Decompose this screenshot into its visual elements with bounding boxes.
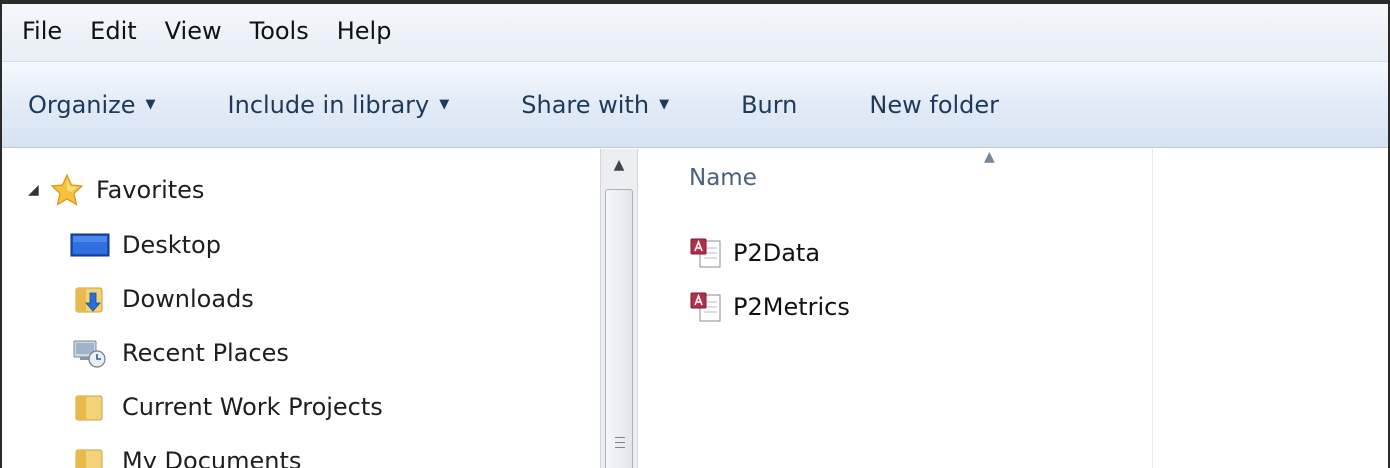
chevron-down-icon: ▼ (145, 97, 156, 112)
desktop-icon (70, 233, 110, 257)
downloads-label: Downloads (122, 285, 254, 313)
grip-line (615, 437, 625, 438)
column-header-name[interactable]: Name (689, 165, 757, 191)
sort-ascending-icon: ▲ (984, 149, 995, 165)
menu-edit[interactable]: Edit (76, 17, 150, 49)
new-folder-button[interactable]: New folder (869, 91, 999, 119)
access-database-icon (690, 238, 721, 268)
nav-item-my-documents[interactable]: My Documents (70, 437, 301, 468)
chevron-down-icon: ▼ (659, 97, 670, 112)
menu-file[interactable]: File (8, 17, 76, 49)
include-in-library-button[interactable]: Include in library ▼ (228, 91, 450, 119)
star-icon (50, 173, 84, 206)
navigation-pane: ◢ Favorites Desktop Downloads Recent Pla… (2, 149, 600, 468)
share-with-button[interactable]: Share with ▼ (521, 91, 669, 119)
organize-label: Organize (28, 90, 136, 119)
menu-help[interactable]: Help (323, 17, 406, 49)
explorer-window: File Edit View Tools Help Organize ▼ Inc… (0, 0, 1390, 468)
access-database-icon (690, 292, 721, 322)
nav-favorites[interactable]: ◢ Favorites (2, 166, 204, 214)
menu-view[interactable]: View (151, 17, 236, 49)
grip-line (615, 447, 625, 448)
file-row-p2metrics[interactable]: P2Metrics (689, 287, 850, 327)
my-documents-label: My Documents (122, 447, 302, 468)
burn-label: Burn (741, 90, 798, 119)
nav-item-desktop[interactable]: Desktop (70, 221, 221, 269)
downloads-folder-icon (75, 287, 103, 313)
chevron-down-icon: ▼ (439, 97, 450, 112)
column-divider[interactable] (1152, 149, 1153, 468)
nav-item-downloads[interactable]: Downloads (70, 275, 254, 323)
collapse-triangle-icon[interactable]: ◢ (28, 182, 48, 198)
nav-scrollbar[interactable]: ▲ (600, 149, 638, 468)
file-list-pane: ▲ Name P2Data P2Metrics (639, 149, 1388, 468)
folder-icon (75, 395, 103, 421)
scroll-up-arrow-icon[interactable]: ▲ (601, 157, 637, 173)
include-in-library-label: Include in library (227, 90, 430, 119)
recent-places-icon (73, 340, 106, 368)
recent-places-label: Recent Places (122, 339, 289, 367)
organize-button[interactable]: Organize ▼ (28, 91, 156, 119)
desktop-label: Desktop (122, 231, 221, 259)
current-work-projects-label: Current Work Projects (122, 393, 383, 421)
folder-icon (75, 449, 103, 468)
file-name: P2Data (733, 239, 821, 267)
scroll-thumb[interactable] (605, 189, 633, 468)
burn-button[interactable]: Burn (741, 91, 797, 119)
file-row-p2data[interactable]: P2Data (689, 233, 820, 273)
menu-tools[interactable]: Tools (236, 17, 323, 49)
nav-item-recent-places[interactable]: Recent Places (70, 329, 289, 377)
file-name: P2Metrics (733, 293, 850, 321)
new-folder-label: New folder (869, 90, 1000, 119)
favorites-label: Favorites (96, 176, 205, 204)
nav-item-current-work-projects[interactable]: Current Work Projects (70, 383, 383, 431)
command-bar: Organize ▼ Include in library ▼ Share wi… (2, 62, 1388, 148)
share-with-label: Share with (521, 90, 650, 119)
menu-bar: File Edit View Tools Help (2, 4, 1388, 62)
grip-line (615, 442, 625, 443)
